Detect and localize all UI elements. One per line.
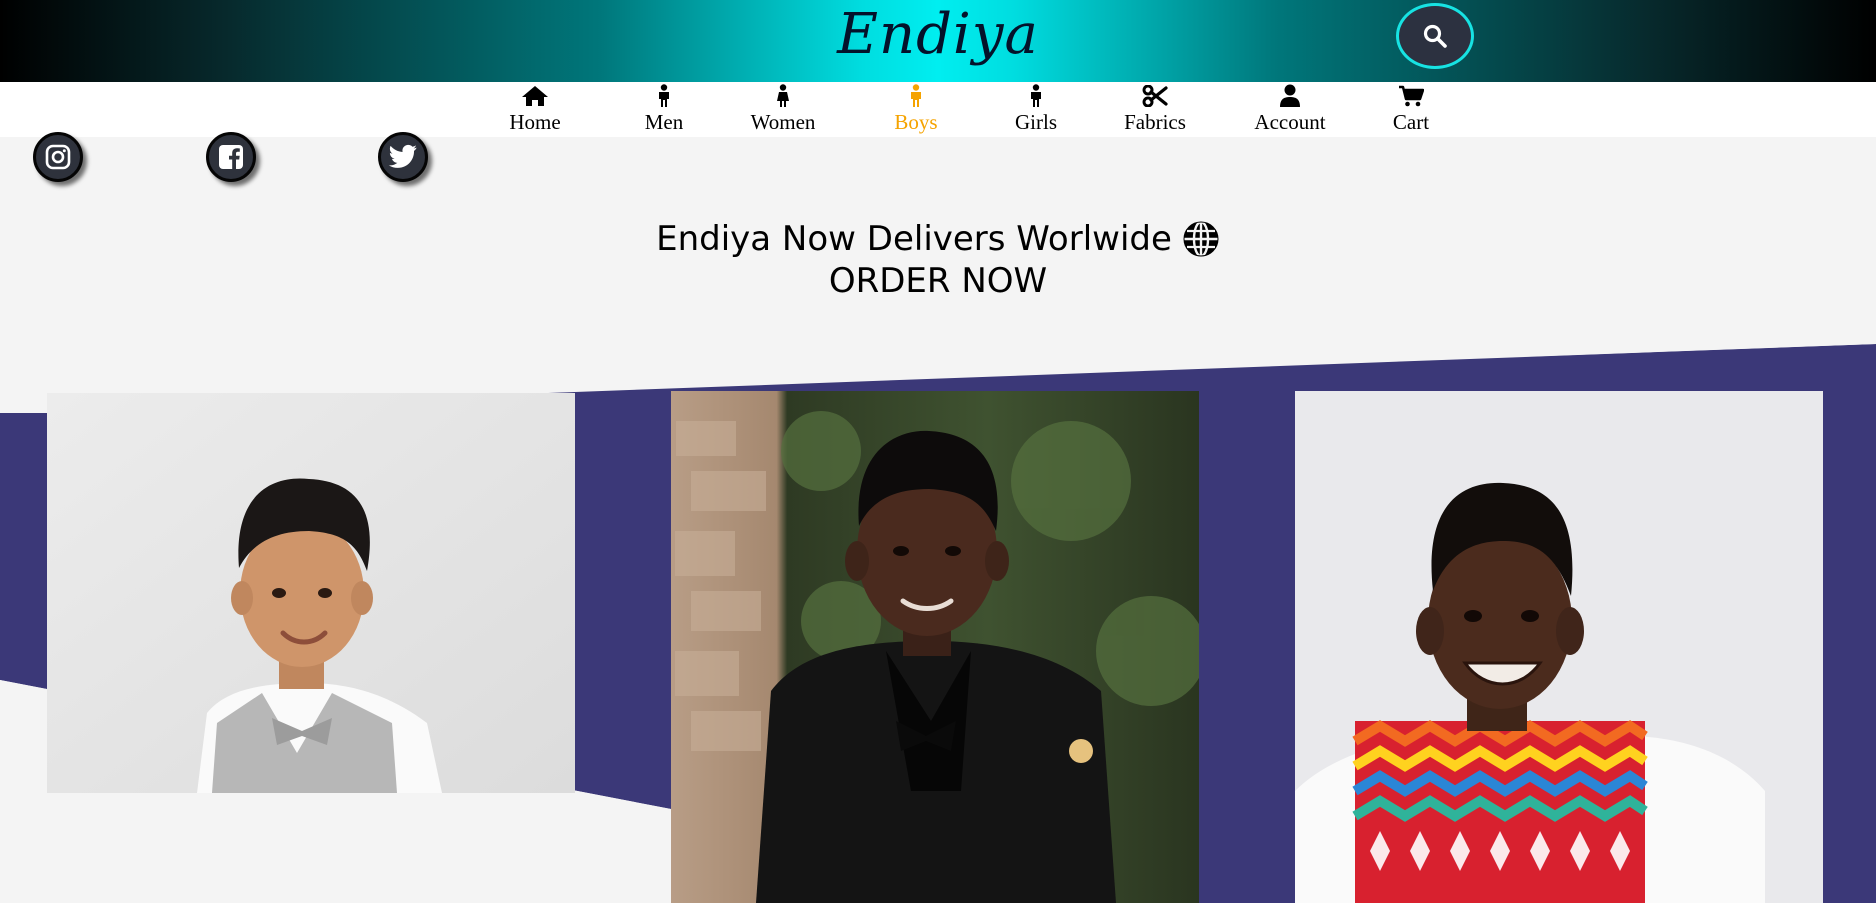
nav-label-men: Men	[644, 110, 684, 134]
nav-item-women[interactable]: Women	[723, 82, 843, 137]
announcement: Endiya Now Delivers Worlwide ORDER NOW	[0, 218, 1876, 302]
photo-boy-african-print[interactable]	[1295, 391, 1823, 903]
top-banner: Endiya	[0, 0, 1876, 82]
nav-label-home: Home	[509, 110, 561, 134]
main-nav: Home Men Women Boys Girls Fabrics Accoun…	[0, 82, 1876, 137]
nav-label-fabrics: Fabrics	[1124, 110, 1186, 134]
twitter-icon	[388, 144, 417, 168]
globe-icon	[1183, 220, 1219, 258]
scissors-icon	[1142, 85, 1168, 107]
site-logo[interactable]: Endiya	[0, 2, 1876, 68]
order-now-link[interactable]: ORDER NOW	[0, 260, 1876, 302]
nav-label-girls: Girls	[1015, 110, 1057, 134]
nav-item-girls[interactable]: Girls	[976, 82, 1096, 137]
search-button[interactable]	[1396, 3, 1474, 69]
instagram-button[interactable]	[33, 132, 83, 182]
photo-boy-grey-vest[interactable]	[47, 393, 575, 793]
nav-item-cart[interactable]: Cart	[1351, 82, 1471, 137]
home-icon	[522, 86, 548, 106]
twitter-button[interactable]	[378, 132, 428, 182]
user-icon	[1280, 84, 1300, 107]
photo-boy-black-suit[interactable]	[671, 391, 1199, 903]
nav-label-cart: Cart	[1392, 110, 1430, 134]
nav-item-fabrics[interactable]: Fabrics	[1095, 82, 1215, 137]
woman-icon	[777, 84, 789, 107]
nav-item-men[interactable]: Men	[604, 82, 724, 137]
nav-label-boys: Boys	[894, 110, 938, 134]
nav-item-boys[interactable]: Boys	[856, 82, 976, 137]
nav-label-account: Account	[1254, 110, 1326, 134]
search-icon	[1423, 24, 1447, 48]
instagram-icon	[45, 144, 71, 170]
announcement-text: Endiya Now Delivers Worlwide	[656, 219, 1172, 259]
nav-label-women: Women	[750, 110, 816, 134]
man-icon	[659, 84, 669, 107]
facebook-icon	[219, 145, 243, 169]
boy-icon	[911, 84, 921, 107]
nav-item-home[interactable]: Home	[475, 82, 595, 137]
cart-icon	[1399, 85, 1424, 107]
girl-icon	[1031, 84, 1041, 107]
nav-item-account[interactable]: Account	[1230, 82, 1350, 137]
facebook-button[interactable]	[206, 132, 256, 182]
